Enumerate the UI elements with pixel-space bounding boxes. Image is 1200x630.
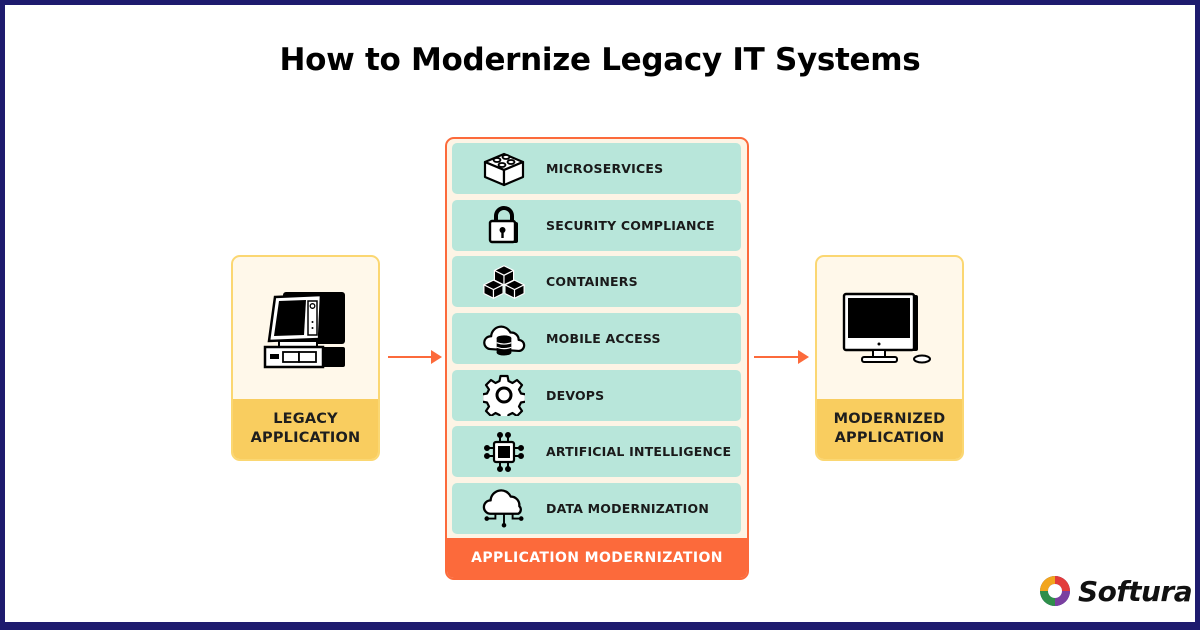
- modern-desktop-icon: [842, 292, 931, 363]
- modernized-application-card: MODERNIZED APPLICATION: [815, 255, 964, 461]
- list-item-devops: DEVOPS: [452, 369, 741, 421]
- list-item-artificial-intelligence: ARTIFICIAL INTELLIGENCE: [452, 426, 741, 478]
- arrow-to-modernized: [754, 350, 809, 364]
- cloud-network-icon: [482, 488, 524, 528]
- arrow-to-modernization: [388, 350, 442, 364]
- list-item-containers: CONTAINERS: [452, 256, 741, 308]
- item-label: DEVOPS: [546, 387, 605, 403]
- gear-icon: [483, 375, 525, 417]
- item-label: DATA MODERNIZATION: [546, 501, 710, 517]
- chip-icon: [484, 431, 524, 472]
- softura-logo: Softura: [1038, 573, 1193, 609]
- list-item-security-compliance: SECURITY COMPLIANCE: [452, 199, 741, 251]
- padlock-icon: [488, 206, 518, 244]
- item-label: MICROSERVICES: [546, 161, 664, 176]
- application-modernization-panel: MICROSERVICES SECURITY COMPLIANCE CONTAI…: [445, 137, 749, 580]
- modernized-application-label: MODERNIZED APPLICATION: [817, 399, 962, 459]
- stacked-cubes-icon: [483, 265, 525, 299]
- legacy-computer-icon: [263, 291, 345, 368]
- item-label: CONTAINERS: [546, 274, 638, 290]
- list-item-microservices: MICROSERVICES: [452, 143, 741, 194]
- legacy-application-label: LEGACY APPLICATION: [233, 399, 378, 459]
- building-block-icon: [483, 152, 525, 186]
- list-item-mobile-access: MOBILE ACCESS: [452, 313, 741, 365]
- list-item-data-modernization: DATA MODERNIZATION: [452, 483, 741, 535]
- application-modernization-label: APPLICATION MODERNIZATION: [447, 538, 747, 578]
- item-label: MOBILE ACCESS: [546, 331, 661, 347]
- brand-name: Softura: [1078, 574, 1193, 608]
- cloud-database-icon: [483, 325, 526, 356]
- item-label: SECURITY COMPLIANCE: [546, 217, 715, 233]
- legacy-application-card: LEGACY APPLICATION: [231, 255, 380, 461]
- softura-swirl-icon: [1040, 576, 1070, 606]
- item-label: ARTIFICIAL INTELLIGENCE: [546, 444, 732, 460]
- page-title: How to Modernize Legacy IT Systems: [279, 42, 921, 78]
